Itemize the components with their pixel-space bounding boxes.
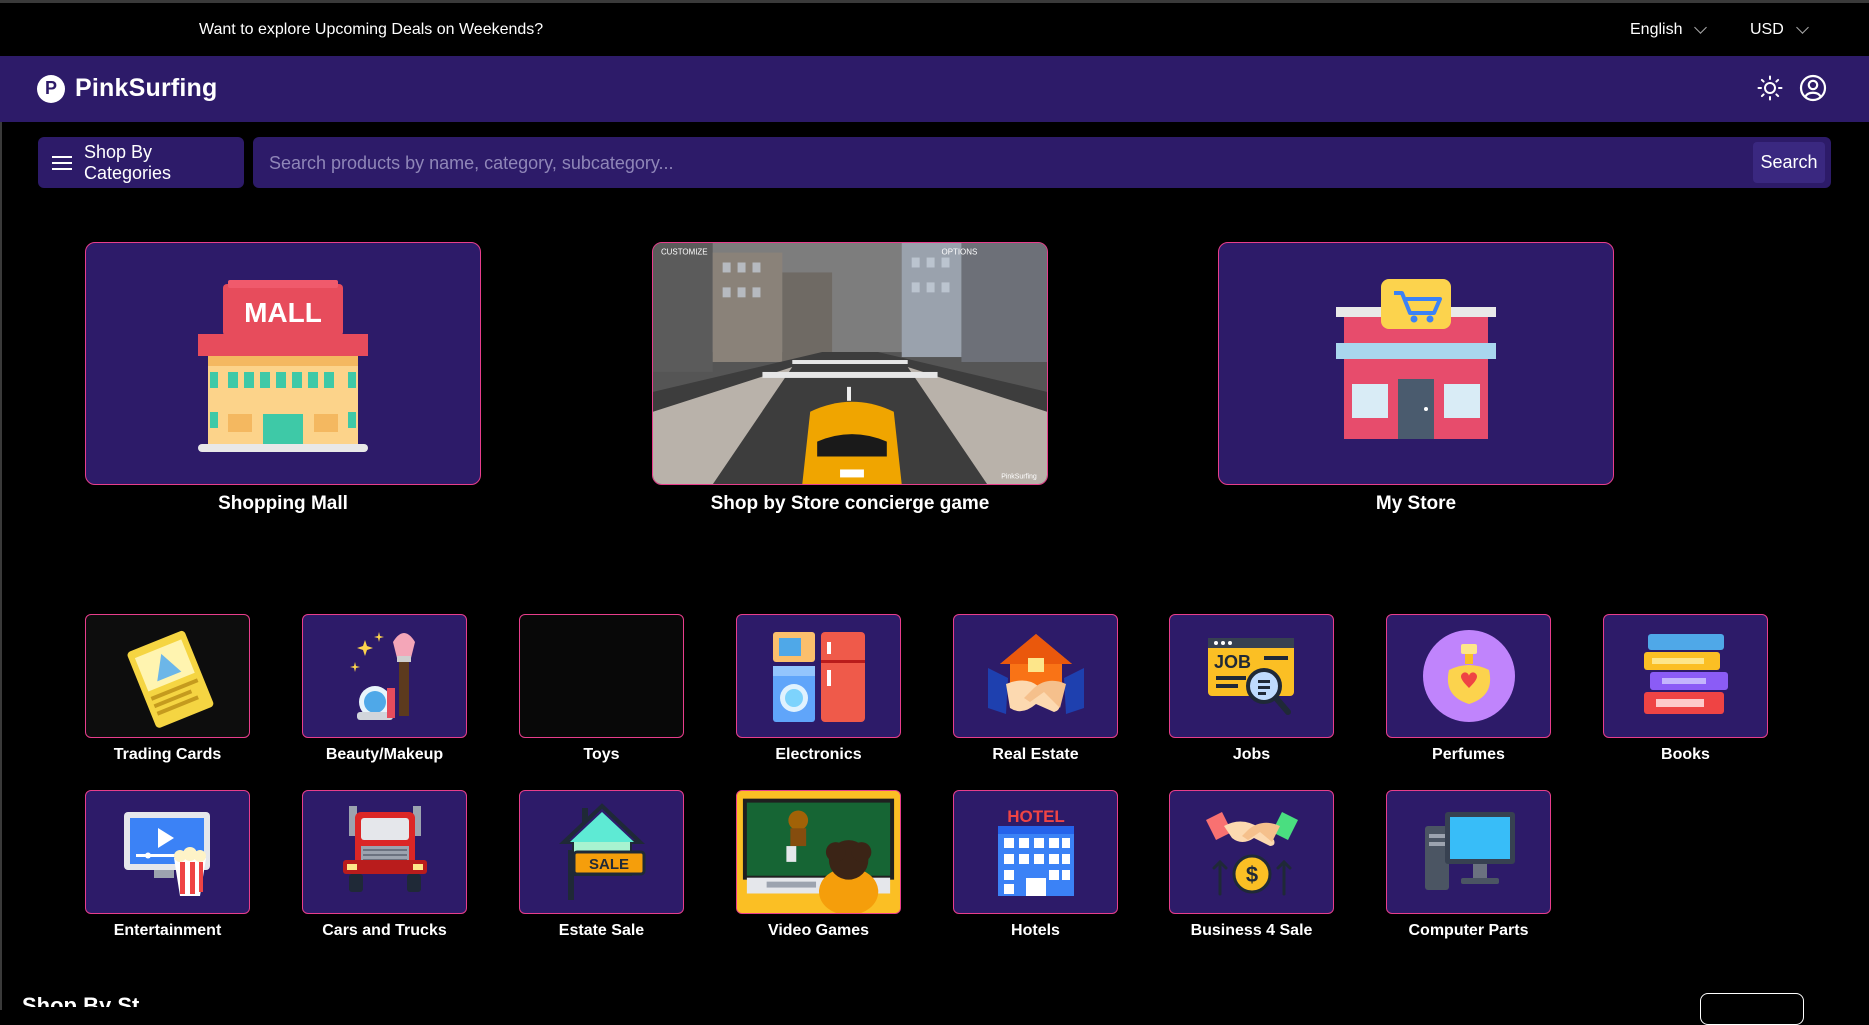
truck-icon: [342, 806, 427, 892]
category-tile-computer-parts[interactable]: [1386, 790, 1551, 914]
category-label-perfumes[interactable]: Perfumes: [1386, 746, 1551, 764]
category-label-electronics[interactable]: Electronics: [736, 746, 901, 764]
category-label-beauty-makeup[interactable]: Beauty/Makeup: [302, 746, 467, 764]
trading-card-icon: [127, 630, 213, 728]
mall-sign-text: MALL: [244, 297, 322, 328]
category-label-real-estate[interactable]: Real Estate: [953, 746, 1118, 764]
section-heading-partial: Shop By St: [22, 993, 140, 1007]
shop-by-categories-button[interactable]: Shop By Categories: [38, 137, 244, 188]
svg-text:$: $: [1245, 862, 1257, 887]
shopping-mall-icon: MALL: [198, 279, 368, 452]
search-input[interactable]: [267, 137, 1751, 190]
shop-by-categories-label: Shop By Categories: [83, 141, 172, 183]
books-stack-icon: [1643, 634, 1728, 714]
featured-card-concierge-game[interactable]: CUSTOMIZE OPTIONS PinkSurfing: [652, 242, 1048, 485]
user-account-icon[interactable]: [1799, 74, 1827, 102]
category-tile-cars-trucks[interactable]: [302, 790, 467, 914]
menu-icon: [52, 155, 72, 170]
language-selector[interactable]: English: [1630, 21, 1708, 39]
concierge-game-screenshot: CUSTOMIZE OPTIONS PinkSurfing: [653, 243, 1047, 484]
category-label-computer-parts[interactable]: Computer Parts: [1386, 922, 1551, 940]
currency-selector[interactable]: USD: [1750, 21, 1809, 39]
category-label-business-for-sale[interactable]: Business 4 Sale: [1169, 922, 1334, 940]
header-actions: [1757, 74, 1827, 102]
hotel-sign-text: HOTEL: [1007, 807, 1065, 826]
featured-label-my-store[interactable]: My Store: [1218, 493, 1614, 515]
sun-icon[interactable]: [1757, 75, 1783, 101]
announcement-text[interactable]: Want to explore Upcoming Deals on Weeken…: [199, 21, 543, 39]
view-all-button-partial[interactable]: [1700, 993, 1804, 1025]
real-estate-handshake-icon: [987, 634, 1084, 714]
entertainment-monitor-icon: [123, 812, 210, 896]
currency-value: USD: [1750, 21, 1784, 38]
sale-sign-text: SALE: [588, 856, 628, 873]
jobs-icon-text: JOB: [1214, 652, 1251, 672]
featured-card-my-store[interactable]: [1218, 242, 1614, 485]
business-deal-icon: $: [1205, 812, 1298, 896]
desktop-computer-icon: [1424, 812, 1515, 890]
category-tile-perfumes[interactable]: [1386, 614, 1551, 738]
game-watermark: PinkSurfing: [1001, 473, 1037, 480]
category-tile-beauty-makeup[interactable]: [302, 614, 467, 738]
site-header: P PinkSurfing: [0, 56, 1869, 122]
category-label-hotels[interactable]: Hotels: [953, 922, 1118, 940]
category-tile-books[interactable]: [1603, 614, 1768, 738]
category-tile-toys[interactable]: [519, 614, 684, 738]
category-tile-jobs[interactable]: JOB: [1169, 614, 1334, 738]
category-tile-video-games[interactable]: [736, 790, 901, 914]
category-tile-trading-cards[interactable]: [85, 614, 250, 738]
category-tile-business-for-sale[interactable]: $: [1169, 790, 1334, 914]
category-label-estate-sale[interactable]: Estate Sale: [519, 922, 684, 940]
window-frame-left: [0, 0, 2, 1010]
store-front-icon: [1336, 278, 1496, 439]
appliances-icon: [772, 632, 865, 722]
category-label-toys[interactable]: Toys: [519, 746, 684, 764]
featured-label-shopping-mall[interactable]: Shopping Mall: [85, 493, 481, 515]
chevron-down-icon: [1795, 21, 1809, 34]
makeup-icon: [349, 632, 415, 720]
featured-label-concierge-game[interactable]: Shop by Store concierge game: [652, 493, 1048, 515]
category-tile-hotels[interactable]: HOTEL: [953, 790, 1118, 914]
category-label-books[interactable]: Books: [1603, 746, 1768, 764]
language-value: English: [1630, 21, 1683, 38]
game-options-label: OPTIONS: [942, 248, 978, 257]
perfume-bottle-icon: [1422, 630, 1515, 722]
category-label-entertainment[interactable]: Entertainment: [85, 922, 250, 940]
logo-badge: P: [37, 74, 65, 103]
category-label-cars-trucks[interactable]: Cars and Trucks: [302, 922, 467, 940]
category-tile-estate-sale[interactable]: SALE: [519, 790, 684, 914]
category-tile-electronics[interactable]: [736, 614, 901, 738]
game-customize-label: CUSTOMIZE: [661, 248, 708, 257]
category-label-trading-cards[interactable]: Trading Cards: [85, 746, 250, 764]
search-bar: Search: [253, 137, 1831, 190]
search-button[interactable]: Search: [1753, 142, 1825, 183]
featured-card-shopping-mall[interactable]: MALL: [85, 242, 481, 485]
category-label-video-games[interactable]: Video Games: [736, 922, 901, 940]
jobs-search-icon: JOB: [1207, 638, 1294, 715]
category-tile-real-estate[interactable]: [953, 614, 1118, 738]
video-games-scene-icon: [737, 791, 900, 913]
brand-name: PinkSurfing: [75, 74, 218, 102]
category-tile-entertainment[interactable]: [85, 790, 250, 914]
hotel-building-icon: HOTEL: [997, 807, 1074, 896]
announcement-bar: Want to explore Upcoming Deals on Weeken…: [0, 3, 1869, 56]
brand-logo[interactable]: P PinkSurfing: [37, 74, 217, 103]
chevron-down-icon: [1694, 21, 1708, 34]
category-label-jobs[interactable]: Jobs: [1169, 746, 1334, 764]
estate-sale-sign-icon: SALE: [558, 803, 645, 900]
